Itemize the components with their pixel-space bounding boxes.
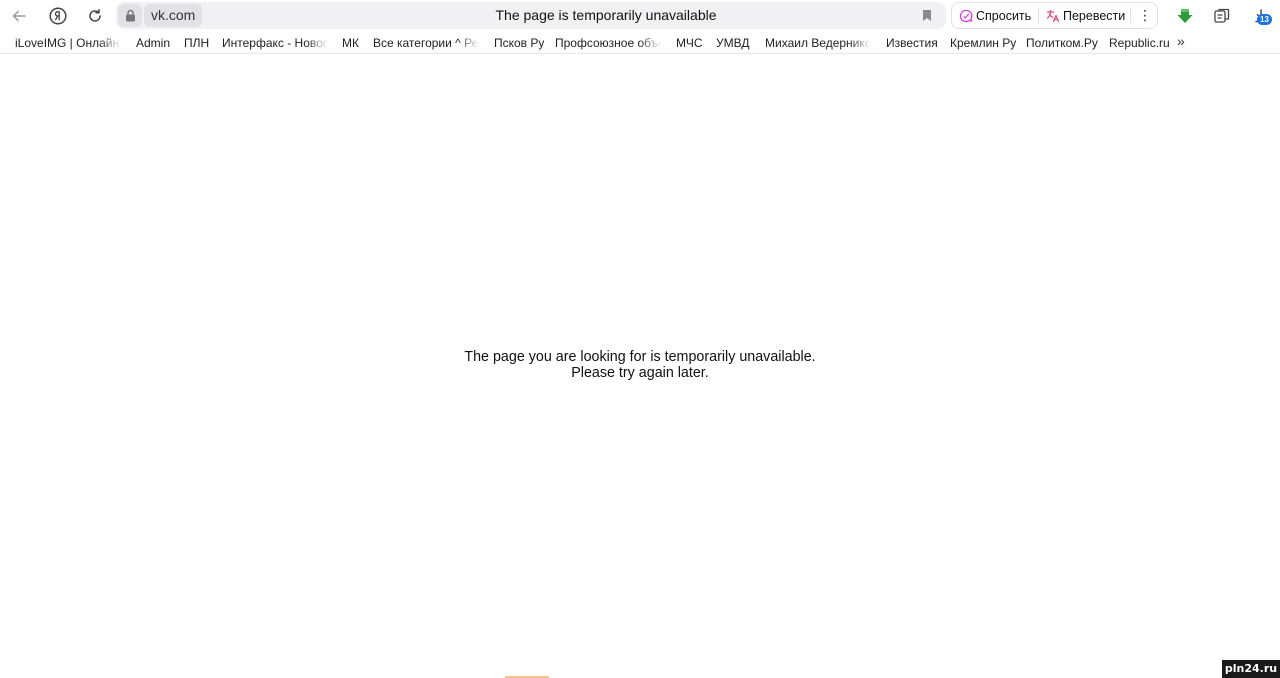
domain-label[interactable]: vk.com [144, 4, 203, 27]
bookmark-item[interactable]: iLoveIMG | Онлайн и [15, 35, 121, 51]
bookmark-item[interactable]: УМВД [716, 35, 750, 51]
bookmark-item[interactable]: МЧС [676, 35, 703, 51]
bookmarks-bar: iLoveIMG | Онлайн и Admin ПЛН Интерфакс … [0, 31, 1280, 54]
back-button[interactable] [6, 3, 32, 29]
translate-button[interactable]: Перевести [1046, 3, 1125, 28]
bookmark-button[interactable] [920, 8, 934, 23]
ask-label: Спросить [976, 8, 1032, 23]
green-download-arrow-icon [1177, 9, 1193, 23]
bookmark-item[interactable]: ПЛН [184, 35, 209, 51]
bookmark-item[interactable]: Михаил Ведерников [765, 35, 871, 51]
arrow-left-icon [12, 10, 26, 22]
ai-actions-group: Спросить Перевести ⋮ [951, 2, 1158, 29]
reload-icon [89, 9, 101, 22]
site-watermark: pln24.ru [1222, 660, 1280, 678]
bookmarks-overflow-button[interactable]: » [1177, 33, 1185, 49]
bookmark-item[interactable]: Republic.ru [1109, 35, 1170, 51]
translate-label: Перевести [1063, 8, 1126, 23]
tab-manager-button[interactable] [1209, 3, 1235, 29]
bookmark-item[interactable]: Профсоюзное объед [555, 35, 661, 51]
address-bar[interactable]: vk.com The page is temporarily unavailab… [116, 2, 946, 29]
translate-icon [1046, 9, 1060, 23]
bookmark-item[interactable]: Admin [136, 35, 170, 51]
divider [1130, 8, 1131, 23]
more-menu-button[interactable]: ⋮ [1137, 3, 1153, 28]
error-message: The page you are looking for is temporar… [0, 349, 1280, 381]
bookmark-item[interactable]: Интерфакс - Новост [222, 35, 328, 51]
yandex-logo-icon [49, 7, 67, 25]
bookmark-item[interactable]: Псков Ру [494, 35, 544, 51]
error-line-1: The page you are looking for is temporar… [464, 349, 816, 365]
download-extension-button[interactable] [1172, 3, 1198, 29]
error-line-2: Please try again later. [571, 365, 709, 381]
browser-toolbar: vk.com The page is temporarily unavailab… [0, 0, 1280, 31]
sidebar-panel-icon [1214, 8, 1230, 23]
bookmark-item[interactable]: Известия [886, 35, 938, 51]
lock-icon [125, 9, 135, 22]
page-content: The page you are looking for is temporar… [0, 55, 1280, 678]
bookmark-item[interactable]: Все категории ^ Рей [373, 35, 479, 51]
bookmark-item[interactable]: МК [342, 35, 359, 51]
reload-button[interactable] [82, 3, 108, 29]
ask-button[interactable]: Спросить [959, 3, 1031, 28]
chat-sparkle-icon [959, 9, 973, 23]
downloads-count-badge: 13 [1257, 14, 1272, 25]
site-security-button[interactable] [118, 4, 142, 27]
bookmark-item[interactable]: Политком.Ру [1026, 35, 1098, 51]
divider [1038, 8, 1039, 23]
page-title: The page is temporarily unavailable [495, 7, 717, 23]
bookmark-item[interactable]: Кремлин Ру [950, 35, 1016, 51]
yandex-home-button[interactable] [45, 3, 71, 29]
bookmark-icon [923, 10, 931, 21]
